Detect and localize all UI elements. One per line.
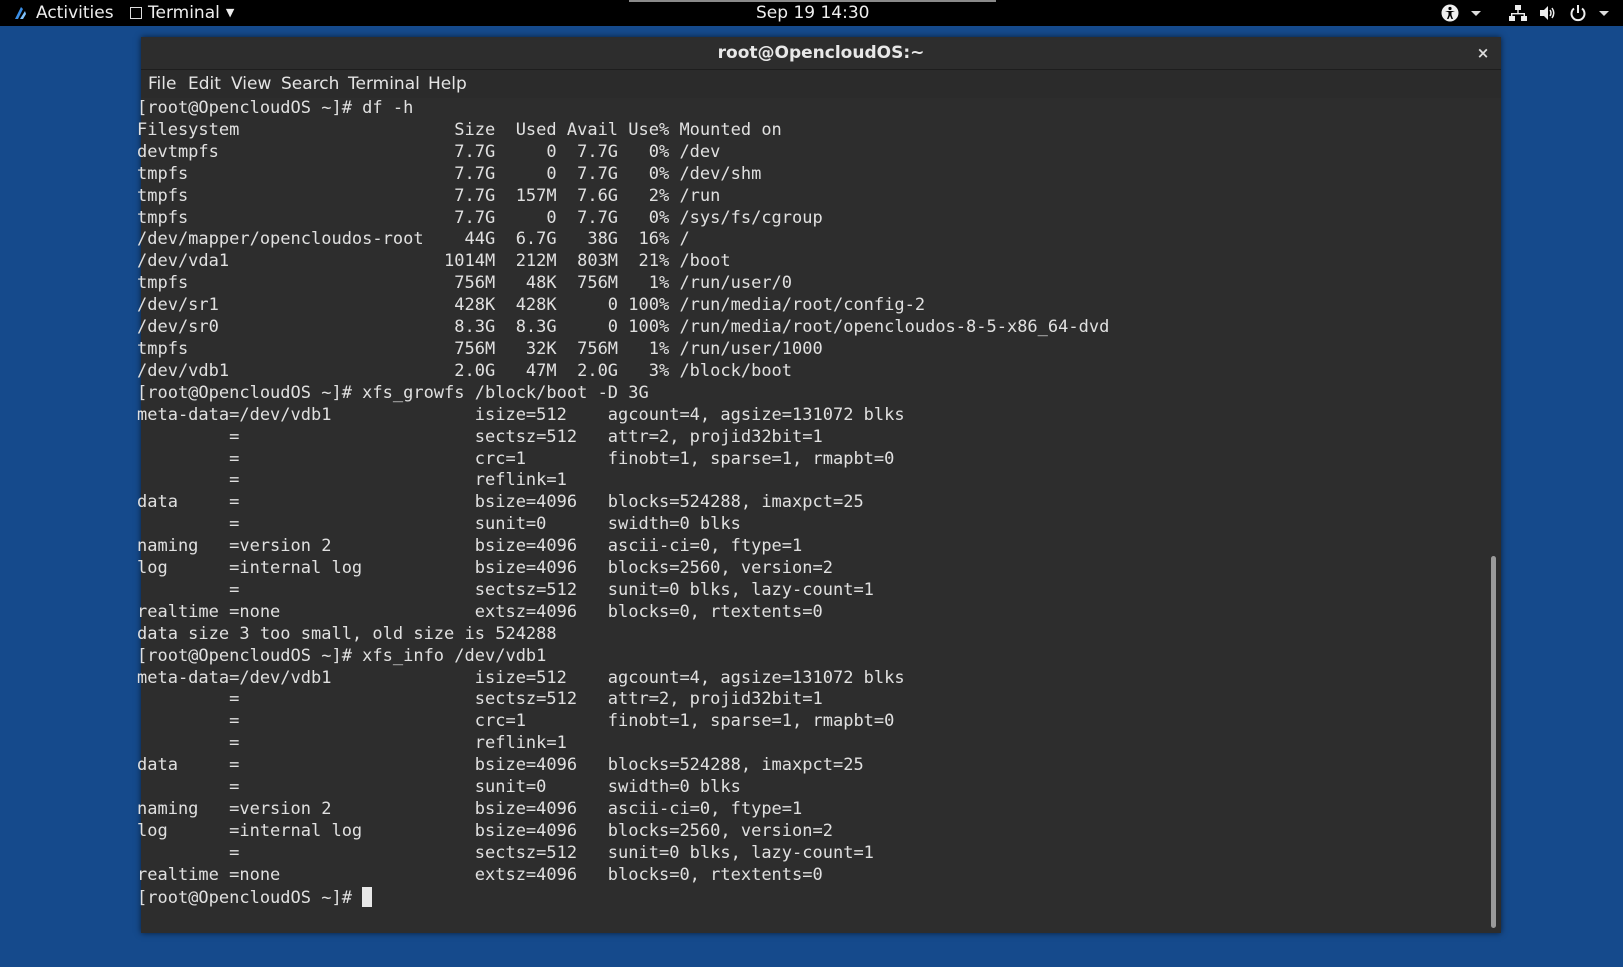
terminal-line: /dev/vdb1 2.0G 47M 2.0G 3% /block/boot <box>137 360 793 381</box>
network-icon[interactable] <box>1508 0 1528 26</box>
terminal-line: /dev/sr1 428K 428K 0 100% /run/media/roo… <box>137 295 926 316</box>
terminal-output-area[interactable]: [root@OpencloudOS ~]# df -h Filesystem S… <box>137 98 1501 933</box>
app-menu-label: Terminal <box>148 3 220 23</box>
desktop: Activities Terminal ▼ Sep 19 14:30 root@… <box>0 0 1623 967</box>
menu-view[interactable]: View <box>231 70 271 98</box>
terminal-line: = sectsz=512 attr=2, projid32bit=1 <box>137 689 823 710</box>
close-icon[interactable]: × <box>1475 37 1491 69</box>
scrollbar[interactable] <box>1491 556 1496 928</box>
terminal-line: /dev/sr0 8.3G 8.3G 0 100% /run/media/roo… <box>137 317 1110 338</box>
terminal-line: log =internal log bsize=4096 blocks=2560… <box>137 558 833 579</box>
menu-file[interactable]: File <box>148 70 176 98</box>
terminal-line: log =internal log bsize=4096 blocks=2560… <box>137 820 833 841</box>
terminal-line: /dev/mapper/opencloudos-root 44G 6.7G 38… <box>137 229 690 250</box>
terminal-line: = sectsz=512 sunit=0 blks, lazy-count=1 <box>137 842 874 863</box>
volume-icon[interactable] <box>1538 0 1558 26</box>
menu-help[interactable]: Help <box>428 70 467 98</box>
terminal-app-icon <box>130 7 142 19</box>
terminal-line: tmpfs 7.7G 0 7.7G 0% /dev/shm <box>137 163 762 184</box>
menu-terminal[interactable]: Terminal <box>348 70 420 98</box>
terminal-prompt: [root@OpencloudOS ~]# <box>137 887 363 908</box>
terminal-line: tmpfs 7.7G 0 7.7G 0% /sys/fs/cgroup <box>137 207 823 228</box>
chevron-down-icon: ▼ <box>225 6 235 19</box>
terminal-line: naming =version 2 bsize=4096 ascii-ci=0,… <box>137 799 803 819</box>
window-title: root@OpencloudOS:~ <box>717 43 925 63</box>
window-titlebar[interactable]: root@OpencloudOS:~ × <box>141 37 1501 70</box>
terminal-cursor <box>362 886 373 907</box>
terminal-line: = reflink=1 <box>137 470 567 491</box>
terminal-line: Filesystem Size Used Avail Use% Mounted … <box>137 119 782 140</box>
terminal-line: tmpfs 7.7G 157M 7.6G 2% /run <box>137 185 721 206</box>
menu-bar: File Edit View Search Terminal Help <box>141 70 1501 98</box>
top-bar: Activities Terminal ▼ Sep 19 14:30 <box>0 0 1623 26</box>
clock-button[interactable]: Sep 19 14:30 <box>756 0 869 26</box>
terminal-window: root@OpencloudOS:~ × File Edit View Sear… <box>137 37 1501 933</box>
menu-search[interactable]: Search <box>281 70 339 98</box>
distro-logo-icon <box>15 7 26 19</box>
terminal-line: = sunit=0 swidth=0 blks <box>137 514 741 535</box>
terminal-line: = crc=1 finobt=1, sparse=1, rmapbt=0 <box>137 711 895 732</box>
terminal-line: = sectsz=512 attr=2, projid32bit=1 <box>137 426 823 447</box>
app-menu-button[interactable]: Terminal ▼ <box>130 0 234 26</box>
terminal-line: tmpfs 756M 48K 756M 1% /run/user/0 <box>137 273 793 294</box>
accessibility-icon[interactable] <box>1440 0 1460 26</box>
terminal-line: [root@OpencloudOS ~]# xfs_info /dev/vdb1 <box>137 645 547 666</box>
terminal-line: tmpfs 756M 32K 756M 1% /run/user/1000 <box>137 338 823 359</box>
terminal-line: [root@OpencloudOS ~]# df -h <box>137 98 414 118</box>
chevron-down-icon[interactable] <box>1598 0 1610 26</box>
terminal-line: data size 3 too small, old size is 52428… <box>137 623 557 644</box>
terminal-line: naming =version 2 bsize=4096 ascii-ci=0,… <box>137 536 803 557</box>
terminal-line: meta-data=/dev/vdb1 isize=512 agcount=4,… <box>137 404 905 425</box>
terminal-line: = sunit=0 swidth=0 blks <box>137 777 741 798</box>
terminal-line: data = bsize=4096 blocks=524288, imaxpct… <box>137 492 864 513</box>
terminal-line: = sectsz=512 sunit=0 blks, lazy-count=1 <box>137 579 874 600</box>
terminal-line: [root@OpencloudOS ~]# xfs_growfs /block/… <box>137 382 649 403</box>
terminal-line: data = bsize=4096 blocks=524288, imaxpct… <box>137 755 864 776</box>
terminal-line: devtmpfs 7.7G 0 7.7G 0% /dev <box>137 141 721 162</box>
activities-button[interactable]: Activities <box>36 0 114 26</box>
power-icon[interactable] <box>1568 0 1588 26</box>
terminal-text: [root@OpencloudOS ~]# df -h Filesystem S… <box>137 98 1109 910</box>
terminal-line: realtime =none extsz=4096 blocks=0, rtex… <box>137 601 823 622</box>
terminal-line: = crc=1 finobt=1, sparse=1, rmapbt=0 <box>137 448 895 469</box>
terminal-line: /dev/vda1 1014M 212M 803M 21% /boot <box>137 251 731 272</box>
terminal-line: = reflink=1 <box>137 733 567 754</box>
terminal-line: realtime =none extsz=4096 blocks=0, rtex… <box>137 864 823 885</box>
terminal-line: meta-data=/dev/vdb1 isize=512 agcount=4,… <box>137 667 905 688</box>
chevron-down-icon[interactable] <box>1470 0 1482 26</box>
menu-edit[interactable]: Edit <box>188 70 221 98</box>
